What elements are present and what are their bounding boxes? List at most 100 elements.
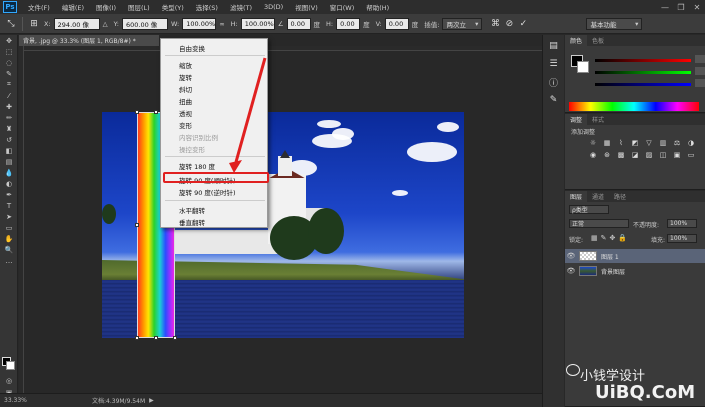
x-field[interactable]: 294.00 像 (53, 17, 100, 30)
menu-help[interactable]: 帮助(H) (360, 2, 395, 12)
menu-item-rotate-90-ccw[interactable]: 旋转 90 度(逆时针) (179, 187, 235, 197)
properties-panel-icon[interactable]: ☰ (547, 57, 561, 71)
quick-mask-icon[interactable]: ◎ (0, 375, 18, 386)
blend-mode-select[interactable]: 正常 (569, 219, 629, 228)
reference-point-icon[interactable]: ⊞ (27, 17, 41, 31)
menu-file[interactable]: 文件(F) (22, 2, 56, 12)
menu-item-perspective[interactable]: 透视 (179, 108, 192, 118)
menu-item-warp[interactable]: 变形 (179, 120, 192, 130)
bw-icon[interactable]: ◑ (685, 138, 697, 148)
photo-filter-icon[interactable]: ◉ (587, 150, 599, 160)
tab-adjustments[interactable]: 调整 (565, 114, 588, 125)
eraser-tool-icon[interactable]: ◧ (0, 145, 18, 156)
marquee-tool-icon[interactable]: ⬚ (0, 46, 18, 57)
brush-tool-icon[interactable]: ✏ (0, 112, 18, 123)
link-icon[interactable]: ∞ (219, 20, 224, 28)
color-lookup-icon[interactable]: ▩ (615, 150, 627, 160)
hskew-field[interactable]: 0.00 (336, 17, 361, 30)
stamp-tool-icon[interactable]: ♜ (0, 123, 18, 134)
more-tools-icon[interactable]: … (0, 255, 18, 266)
move-tool-icon[interactable]: ✥ (0, 35, 18, 46)
exposure-icon[interactable]: ◩ (629, 138, 641, 148)
background-color-swatch[interactable] (6, 361, 15, 370)
layer-row[interactable]: 👁 图层 1 (565, 249, 705, 263)
crop-tool-icon[interactable]: ⌗ (0, 79, 18, 90)
brush-panel-icon[interactable]: ✎ (547, 93, 561, 107)
menu-item-rotate[interactable]: 旋转 (179, 72, 192, 82)
menu-window[interactable]: 窗口(W) (324, 2, 361, 12)
eye-icon[interactable]: 👁 (565, 252, 577, 260)
transform-handle[interactable] (135, 223, 139, 227)
channel-mixer-icon[interactable]: ⊛ (601, 150, 613, 160)
vskew-field[interactable]: 0.00 (384, 17, 409, 30)
green-slider[interactable] (595, 67, 705, 75)
status-arrow-icon[interactable]: ▶ (149, 397, 154, 404)
minimize-button[interactable]: — (657, 3, 673, 12)
menu-edit[interactable]: 编辑(E) (56, 2, 90, 12)
type-tool-icon[interactable]: T (0, 200, 18, 211)
transform-handle[interactable] (135, 110, 139, 114)
shape-tool-icon[interactable]: ▭ (0, 222, 18, 233)
posterize-icon[interactable]: ▨ (643, 150, 655, 160)
y-field[interactable]: 600.00 像 (121, 17, 168, 30)
menu-image[interactable]: 图像(I) (90, 2, 122, 12)
commit-icon[interactable]: ✓ (516, 17, 530, 31)
delta-icon[interactable]: △ (103, 20, 108, 28)
color-balance-icon[interactable]: ⚖ (671, 138, 683, 148)
menu-filter[interactable]: 滤镜(T) (224, 2, 258, 12)
fill-field[interactable]: 100% (667, 234, 697, 243)
layer-filter-select[interactable]: ρ类型 (569, 205, 609, 214)
path-select-tool-icon[interactable]: ➤ (0, 211, 18, 222)
tab-styles[interactable]: 样式 (587, 115, 609, 124)
red-value-box[interactable] (695, 55, 705, 63)
levels-icon[interactable]: ▦ (601, 138, 613, 148)
close-button[interactable]: ✕ (689, 3, 705, 12)
red-slider[interactable] (595, 55, 705, 63)
height-field[interactable]: 100.00% (240, 17, 275, 30)
blue-value-box[interactable] (695, 79, 705, 87)
layer-row[interactable]: 👁 背景图层 (565, 264, 705, 278)
document-tab[interactable]: 背景, .jpg @ 33.3% (图层 1, RGB/8#) * (19, 35, 159, 46)
tab-channels[interactable]: 通道 (587, 192, 609, 201)
dodge-tool-icon[interactable]: ◐ (0, 178, 18, 189)
vibrance-icon[interactable]: ▽ (643, 138, 655, 148)
transform-handle[interactable] (135, 336, 139, 340)
gradient-map-icon[interactable]: ▭ (685, 150, 697, 160)
history-panel-icon[interactable]: ▤ (547, 39, 561, 53)
menu-item-skew[interactable]: 斜切 (179, 84, 192, 94)
workspace-select[interactable]: 基本功能 (586, 17, 643, 30)
tab-swatches[interactable]: 色板 (587, 36, 609, 45)
blue-slider[interactable] (595, 79, 705, 87)
warp-icon[interactable]: ⌘ (488, 17, 502, 31)
hand-tool-icon[interactable]: ✋ (0, 233, 18, 244)
brightness-icon[interactable]: ☼ (587, 138, 599, 148)
tab-layers[interactable]: 图层 (565, 191, 588, 202)
menu-item-flip-vertical[interactable]: 垂直翻转 (179, 217, 205, 227)
quick-select-tool-icon[interactable]: ✎ (0, 68, 18, 79)
bg-color-chip[interactable] (577, 61, 589, 73)
menu-item-free-transform[interactable]: 自由变换 (179, 43, 205, 53)
eyedropper-tool-icon[interactable]: ⁄ (0, 90, 18, 101)
transform-handle[interactable] (154, 110, 158, 114)
transform-handle[interactable] (173, 336, 177, 340)
gradient-tool-icon[interactable]: ▤ (0, 156, 18, 167)
threshold-icon[interactable]: ◫ (657, 150, 669, 160)
menu-3d[interactable]: 3D(D) (258, 3, 289, 11)
transform-icon[interactable]: ⤡ (4, 17, 18, 31)
menu-item-rotate-180[interactable]: 旋转 180 度 (179, 161, 215, 171)
lasso-tool-icon[interactable]: ◌ (0, 57, 18, 68)
hue-sat-icon[interactable]: ▥ (657, 138, 669, 148)
blur-tool-icon[interactable]: 💧 (0, 167, 18, 178)
maximize-button[interactable]: ❐ (673, 3, 689, 12)
tab-paths[interactable]: 路径 (609, 192, 631, 201)
history-brush-tool-icon[interactable]: ↺ (0, 134, 18, 145)
menu-item-scale[interactable]: 缩放 (179, 60, 192, 70)
menu-type[interactable]: 类型(Y) (156, 2, 190, 12)
menu-item-flip-horizontal[interactable]: 水平翻转 (179, 205, 205, 215)
curves-icon[interactable]: ⌇ (615, 138, 627, 148)
zoom-tool-icon[interactable]: 🔍 (0, 244, 18, 255)
green-value-box[interactable] (695, 67, 705, 75)
eye-icon[interactable]: 👁 (565, 267, 577, 275)
healing-tool-icon[interactable]: ✚ (0, 101, 18, 112)
opacity-field[interactable]: 100% (667, 219, 697, 228)
